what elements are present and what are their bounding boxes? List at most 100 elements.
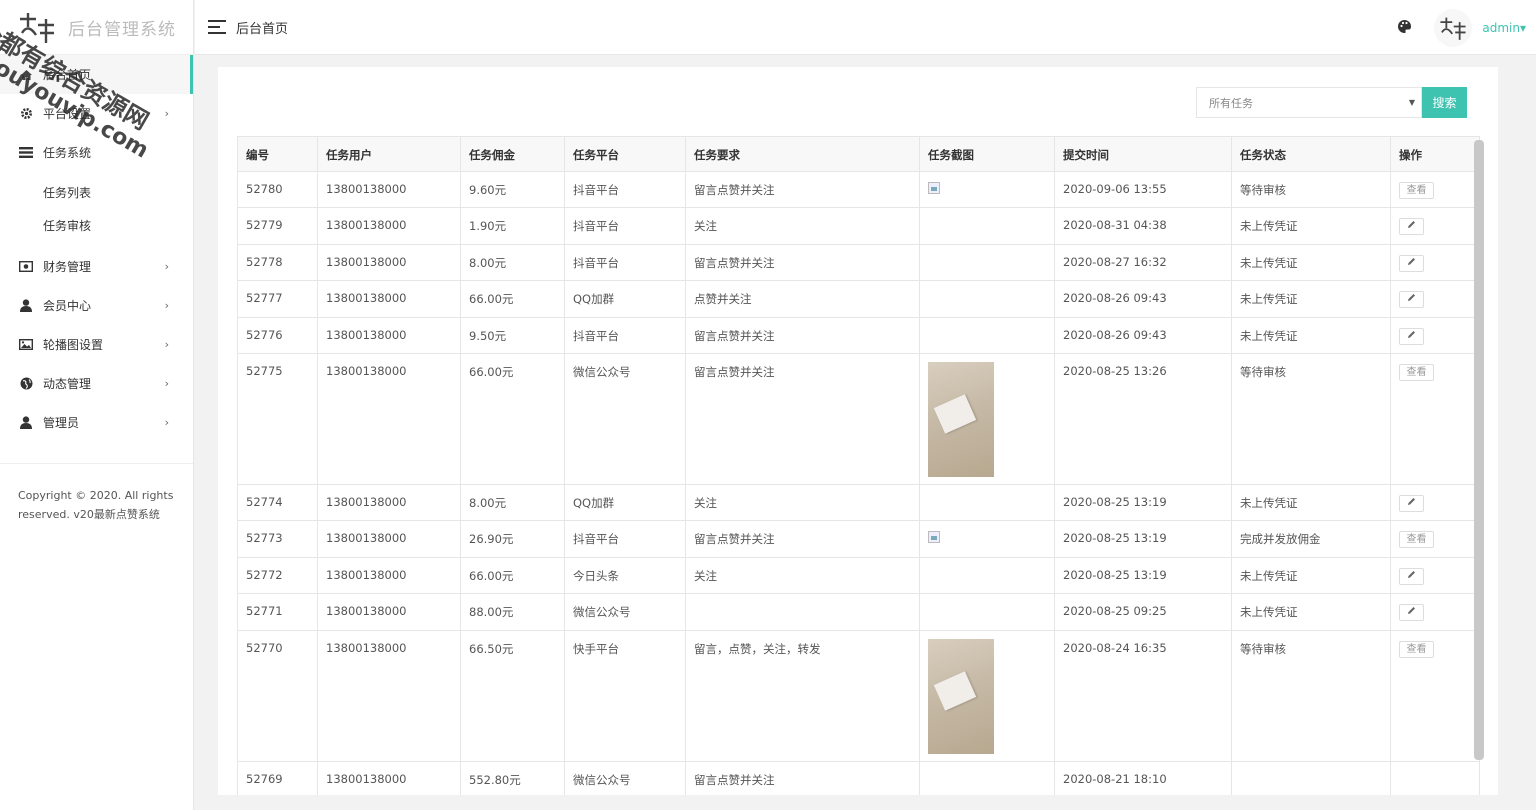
- cell-text: 52778: [246, 254, 283, 269]
- user-menu[interactable]: admin▾: [1482, 21, 1526, 35]
- cell-requirement: 留言点赞并关注: [685, 760, 920, 795]
- column-header: 提交时间: [1054, 136, 1232, 172]
- user-icon: [18, 298, 34, 314]
- sidebar-item-finance[interactable]: 财务管理 ›: [0, 247, 193, 286]
- cell-action: [1390, 483, 1480, 522]
- cell-user: 13800138000: [317, 170, 461, 209]
- sidebar-item-admins[interactable]: 管理员 ›: [0, 403, 193, 442]
- column-header: 任务用户: [317, 136, 461, 172]
- cell-requirement: 关注: [685, 556, 920, 595]
- cell-screenshot: [919, 170, 1055, 209]
- main-content: 所有任务 ▼ 搜索 编号 任务用户 任务佣金 任务平台 任务要求 任务截图 提交…: [218, 67, 1498, 795]
- cell-requirement: 留言点赞并关注: [685, 170, 920, 209]
- sidebar-item-label: 任务系统: [43, 146, 92, 160]
- cell-text: 13800138000: [326, 567, 407, 582]
- view-button[interactable]: 查看: [1399, 531, 1434, 549]
- cell-text: 留言点赞并关注: [694, 255, 775, 270]
- palette-icon[interactable]: [1397, 19, 1412, 37]
- table-row: 52777 13800138000 66.00元 QQ加群 点赞并关注 2020-08-2…: [237, 280, 1480, 318]
- app-title: 后台管理系统: [68, 19, 176, 40]
- task-filter-select[interactable]: 所有任务 ▼: [1196, 87, 1422, 118]
- sidebar-item-news[interactable]: 动态管理 ›: [0, 364, 193, 403]
- chevron-right-icon: ›: [164, 299, 169, 312]
- cell-text: 微信公众号: [573, 605, 631, 620]
- cell-commission: 26.90元: [460, 520, 565, 558]
- cell-status: 等待审核: [1231, 629, 1391, 762]
- search-button[interactable]: 搜索: [1422, 87, 1467, 118]
- sidebar-item-task-system[interactable]: 任务系统: [0, 133, 193, 172]
- cell-requirement: 留言点赞并关注: [685, 243, 920, 282]
- caret-down-icon: ▼: [1408, 98, 1415, 107]
- view-button[interactable]: 查看: [1399, 640, 1434, 658]
- view-button[interactable]: 查看: [1399, 182, 1434, 199]
- menu-toggle-icon[interactable]: [208, 20, 226, 34]
- screenshot-thumbnail[interactable]: [928, 638, 994, 754]
- cell-action: [1390, 593, 1480, 631]
- sidebar-item-label: 管理员: [43, 416, 80, 430]
- broken-image-icon[interactable]: [928, 182, 940, 194]
- sidebar-subitem-task-list[interactable]: 任务列表: [0, 176, 193, 209]
- cell-text: 未上传凭证: [1240, 495, 1298, 510]
- view-button[interactable]: 查看: [1399, 363, 1434, 381]
- copyright: Copyright © 2020. All rights reserved. v…: [0, 464, 193, 546]
- cell-text: 52777: [246, 291, 283, 306]
- cell-user: 13800138000: [317, 280, 461, 318]
- cell-text: 88.00元: [469, 605, 514, 620]
- cell-id: 52777: [237, 280, 318, 318]
- cell-id: 52769: [237, 760, 318, 795]
- cell-text: 13800138000: [326, 771, 407, 786]
- cell-user: 13800138000: [317, 352, 461, 485]
- avatar[interactable]: [1434, 8, 1473, 47]
- sidebar-item-platform-settings[interactable]: 平台设置 ›: [0, 94, 193, 133]
- sidebar-item-carousel[interactable]: 轮播图设置 ›: [0, 325, 193, 364]
- cell-text: 66.00元: [469, 292, 514, 307]
- cell-text: 点赞并关注: [694, 292, 752, 307]
- screenshot-thumbnail[interactable]: [928, 361, 994, 477]
- cell-text: 1.90元: [469, 219, 507, 234]
- cell-text: 552.80元: [469, 772, 521, 787]
- cell-text: 13800138000: [326, 254, 407, 269]
- cell-text: 未上传凭证: [1240, 568, 1298, 583]
- cell-requirement: [685, 593, 920, 631]
- scrollbar[interactable]: [1474, 140, 1484, 760]
- sidebar-subitem-task-review[interactable]: 任务审核: [0, 209, 193, 242]
- sidebar-item-home[interactable]: 后台首页: [0, 55, 193, 94]
- cell-text: 13800138000: [326, 531, 407, 546]
- table-row: 52773 13800138000 26.90元 抖音平台 留言点赞并关注 2020-08…: [237, 520, 1480, 558]
- cell-text: 66.00元: [469, 568, 514, 583]
- edit-button[interactable]: [1399, 291, 1424, 309]
- edit-button[interactable]: [1399, 604, 1424, 622]
- cell-requirement: 留言点赞并关注: [685, 520, 920, 558]
- pencil-icon: [1408, 221, 1415, 229]
- cell-id: 52778: [237, 243, 318, 282]
- edit-button[interactable]: [1399, 494, 1424, 512]
- cell-text: 快手平台: [573, 641, 619, 656]
- broken-image-icon[interactable]: [928, 531, 940, 544]
- cell-user: 13800138000: [317, 556, 461, 595]
- sidebar-item-label: 后台首页: [43, 68, 92, 82]
- cell-text: 2020-09-06 13:55: [1063, 182, 1167, 196]
- cell-action: 查看: [1390, 170, 1480, 209]
- cell-platform: QQ加群: [564, 280, 686, 318]
- edit-button[interactable]: [1399, 567, 1424, 585]
- cell-text: 2020-08-21 18:10: [1063, 771, 1167, 786]
- cell-time: 2020-08-25 13:19: [1054, 483, 1232, 522]
- list-icon: [18, 145, 34, 161]
- cell-text: 52779: [246, 218, 283, 233]
- cell-text: 等待审核: [1240, 364, 1286, 379]
- edit-button[interactable]: [1399, 327, 1424, 345]
- cell-platform: 微信公众号: [564, 760, 686, 795]
- logo[interactable]: 后台管理系统: [0, 0, 193, 55]
- cell-text: 2020-08-27 16:32: [1063, 254, 1167, 269]
- globe-icon: [18, 376, 34, 392]
- edit-button[interactable]: [1399, 218, 1424, 236]
- cell-platform: 抖音平台: [564, 207, 686, 245]
- cell-text: 26.90元: [469, 532, 514, 547]
- cell-text: 微信公众号: [573, 772, 631, 787]
- cell-requirement: 关注: [685, 207, 920, 245]
- edit-button[interactable]: [1399, 254, 1424, 272]
- gear-icon: [18, 106, 34, 122]
- table-row: 52778 13800138000 8.00元 抖音平台 留言点赞并关注 2020-08-…: [237, 243, 1480, 282]
- sidebar-item-members[interactable]: 会员中心 ›: [0, 286, 193, 325]
- cell-text: 52780: [246, 182, 283, 196]
